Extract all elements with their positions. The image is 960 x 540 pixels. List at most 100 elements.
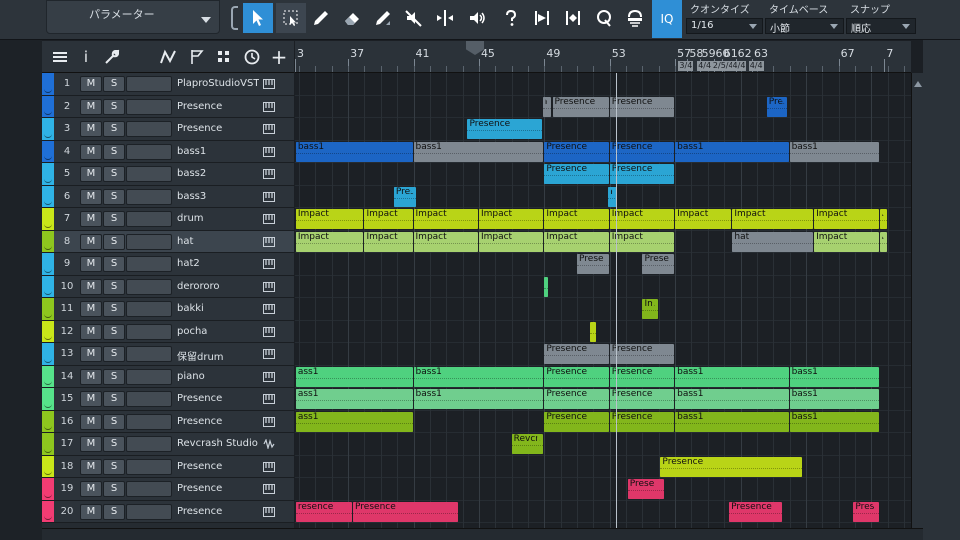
- track-color-swatch[interactable]: [42, 388, 54, 410]
- mute-button[interactable]: M: [80, 278, 102, 295]
- solo-button[interactable]: S: [103, 436, 125, 452]
- quantize-select[interactable]: 1/16: [686, 18, 763, 34]
- event-clip[interactable]: bass1: [413, 141, 544, 162]
- scroll-up-icon[interactable]: [914, 77, 922, 87]
- track-name[interactable]: Presence: [177, 101, 259, 112]
- track-header[interactable]: 2 M S Presence: [42, 95, 294, 118]
- solo-button[interactable]: S: [103, 413, 125, 430]
- mute-button[interactable]: M: [80, 121, 102, 137]
- mute-button[interactable]: M: [80, 301, 102, 317]
- mute-button[interactable]: M: [80, 413, 102, 430]
- arrangement-view[interactable]: PrPresencePresencePresPresencebass1bass1…: [295, 73, 911, 528]
- event-clip[interactable]: bass1: [789, 366, 879, 387]
- mute-button[interactable]: M: [80, 436, 102, 452]
- event-clip[interactable]: ass1: [295, 389, 413, 409]
- event-clip[interactable]: bass1: [789, 141, 879, 162]
- track-header[interactable]: 17 M S Revcrash Studio: [42, 433, 294, 456]
- solo-button[interactable]: S: [103, 98, 125, 115]
- snap-select[interactable]: 順応: [846, 18, 916, 35]
- event-clip[interactable]: Presence: [353, 501, 459, 522]
- track-level-field[interactable]: [126, 301, 172, 317]
- time-signature-marker[interactable]: 3/4: [678, 61, 694, 71]
- track-lane[interactable]: [295, 456, 911, 478]
- mute-button[interactable]: M: [80, 346, 102, 362]
- mute-button[interactable]: M: [80, 481, 102, 497]
- event-clip[interactable]: Presence: [609, 389, 675, 409]
- event-clip[interactable]: hat: [732, 231, 814, 252]
- solo-button[interactable]: S: [103, 503, 125, 520]
- event-clip[interactable]: Impact: [609, 209, 675, 229]
- track-header[interactable]: 4 M Sbass1: [42, 140, 294, 163]
- marker-flag-icon[interactable]: [187, 47, 207, 67]
- event-clip[interactable]: Im: [879, 209, 887, 229]
- event-clip[interactable]: Impact: [295, 231, 364, 252]
- track-level-field[interactable]: [126, 458, 172, 475]
- solo-button[interactable]: S: [103, 368, 125, 385]
- solo-button[interactable]: S: [103, 143, 125, 160]
- track-color-swatch[interactable]: [42, 73, 54, 95]
- track-level-field[interactable]: [126, 323, 172, 340]
- event-clip[interactable]: Presence: [609, 96, 675, 117]
- track-name[interactable]: Presence: [177, 483, 259, 494]
- solo-button[interactable]: S: [103, 233, 125, 250]
- event-clip[interactable]: resence: [295, 501, 353, 522]
- track-header[interactable]: 20 M S Presence: [42, 500, 294, 523]
- track-header[interactable]: 6 M Sbass3: [42, 185, 294, 208]
- track-header[interactable]: 8 M Shat: [42, 230, 294, 253]
- event-clip[interactable]: Prese: [577, 254, 609, 274]
- solo-button[interactable]: S: [103, 346, 125, 362]
- event-clip[interactable]: Impact: [413, 231, 478, 252]
- event-clip[interactable]: Impact: [478, 231, 544, 252]
- track-name[interactable]: Presence: [177, 461, 259, 472]
- arrow-tool-icon[interactable]: [243, 3, 273, 33]
- event-clip[interactable]: ass1: [295, 411, 413, 432]
- event-clip[interactable]: Impact: [544, 209, 609, 229]
- transient-icon[interactable]: [527, 3, 557, 33]
- track-name[interactable]: bakki: [177, 303, 259, 314]
- track-header[interactable]: 10 M Sderororo: [42, 275, 294, 298]
- event-clip[interactable]: Prese: [642, 254, 675, 274]
- track-header[interactable]: 5 M Sbass2: [42, 163, 294, 186]
- event-clip[interactable]: bass1: [675, 141, 789, 162]
- event-clip[interactable]: Im: [879, 231, 887, 252]
- track-color-swatch[interactable]: [42, 95, 54, 117]
- solo-button[interactable]: S: [103, 76, 125, 92]
- track-color-swatch[interactable]: [42, 410, 54, 432]
- track-lane[interactable]: [295, 298, 911, 321]
- track-lane[interactable]: [295, 73, 911, 96]
- track-header[interactable]: 18 M S Presence: [42, 455, 294, 478]
- track-color-swatch[interactable]: [42, 365, 54, 387]
- tempo-clock-icon[interactable]: [242, 47, 262, 67]
- range-tool-icon[interactable]: [276, 3, 306, 33]
- track-level-field[interactable]: [126, 503, 172, 520]
- event-clip[interactable]: Impact: [814, 209, 879, 229]
- track-level-field[interactable]: [126, 121, 172, 137]
- event-clip[interactable]: Presence: [609, 344, 675, 364]
- solo-button[interactable]: S: [103, 278, 125, 295]
- event-clip[interactable]: Presence: [544, 389, 609, 409]
- track-color-swatch[interactable]: [42, 343, 54, 365]
- timebase-select[interactable]: 小節: [765, 18, 844, 35]
- track-level-field[interactable]: [126, 256, 172, 272]
- track-header[interactable]: 9 M Shat2: [42, 253, 294, 276]
- event-clip[interactable]: Pres: [393, 186, 416, 207]
- event-clip[interactable]: Impact: [413, 209, 478, 229]
- split-tool-icon[interactable]: [430, 3, 460, 33]
- track-color-swatch[interactable]: [42, 185, 54, 207]
- mute-button[interactable]: M: [80, 391, 102, 407]
- mute-button[interactable]: M: [80, 76, 102, 92]
- track-level-field[interactable]: [126, 76, 172, 92]
- help-icon[interactable]: [496, 3, 526, 33]
- track-color-swatch[interactable]: [42, 118, 54, 140]
- event-clip[interactable]: bass1: [413, 389, 544, 409]
- track-name[interactable]: hat: [177, 236, 259, 247]
- track-header[interactable]: 1 M S PlaproStudioVSTi: [42, 73, 294, 96]
- track-name[interactable]: bass3: [177, 191, 259, 202]
- event-clip[interactable]: Presence: [552, 96, 609, 117]
- event-clip[interactable]: Impact: [364, 209, 413, 229]
- mute-button[interactable]: M: [80, 458, 102, 475]
- track-header[interactable]: 19 M S Presence: [42, 478, 294, 501]
- solo-button[interactable]: S: [103, 481, 125, 497]
- automation-icon[interactable]: [158, 47, 178, 67]
- track-level-field[interactable]: [126, 391, 172, 407]
